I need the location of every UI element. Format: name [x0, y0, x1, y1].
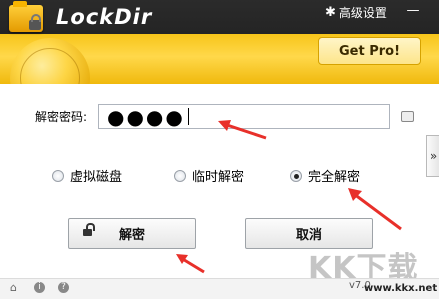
password-input[interactable]: ●●●●	[98, 104, 390, 129]
password-label: 解密密码:	[35, 110, 88, 124]
home-icon[interactable]: ⌂	[10, 282, 17, 294]
keyboard-icon[interactable]	[401, 111, 414, 122]
gear-icon: ✱	[325, 5, 336, 20]
cancel-label: 取消	[295, 228, 322, 243]
minimize-icon[interactable]: —	[405, 3, 421, 18]
radio-indicator	[52, 169, 64, 182]
advanced-settings-button[interactable]: ✱ 高级设置	[325, 4, 387, 21]
radio-indicator-checked	[290, 169, 302, 182]
watermark-url: www.kkx.net	[364, 283, 438, 294]
app-folder-lock-icon	[9, 1, 43, 32]
radio-full-decrypt[interactable]: 完全解密	[290, 166, 360, 185]
radio-indicator	[174, 169, 186, 182]
password-mask: ●●●●	[107, 104, 185, 129]
get-pro-button[interactable]: Get Pro!	[318, 37, 421, 65]
radio-virtual-disk[interactable]: 虚拟磁盘	[52, 166, 122, 185]
app-title: LockDir	[56, 5, 153, 29]
settings-label: 高级设置	[338, 6, 387, 20]
radio-temp-decrypt[interactable]: 临时解密	[174, 166, 244, 185]
info-icon[interactable]: i	[34, 282, 45, 293]
title-bar: LockDir ✱ 高级设置 — Get Pro!	[0, 0, 439, 84]
text-caret	[187, 108, 189, 125]
radio-label: 虚拟磁盘	[70, 170, 123, 185]
radio-label: 临时解密	[192, 170, 245, 185]
help-icon[interactable]: ?	[58, 282, 69, 293]
radio-label: 完全解密	[308, 170, 361, 185]
unlock-icon	[83, 223, 95, 236]
decrypt-label: 解密	[118, 228, 145, 243]
annotation-arrow-decrypt	[176, 254, 205, 274]
expand-panel-toggle[interactable]: »	[426, 135, 439, 177]
decrypt-button[interactable]: 解密	[68, 218, 196, 249]
